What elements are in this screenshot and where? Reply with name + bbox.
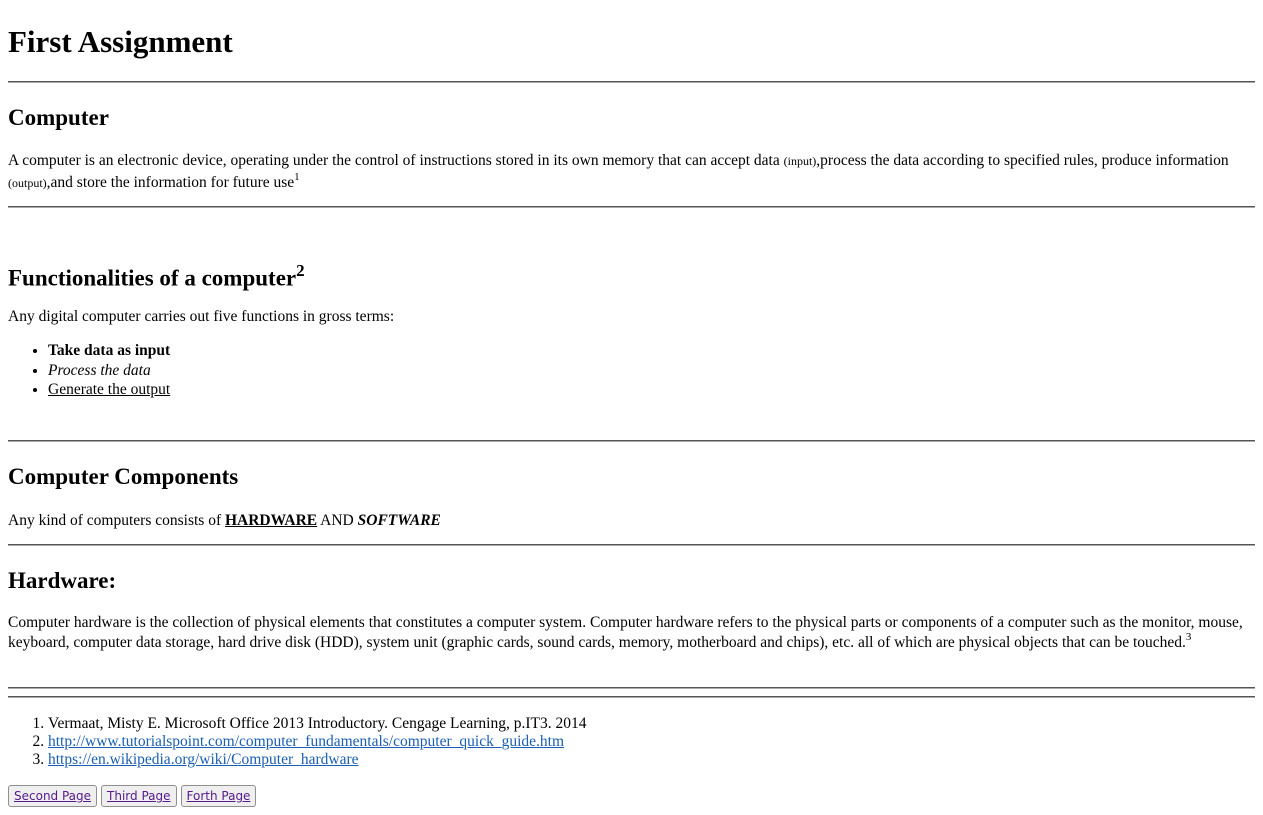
- computer-definition: A computer is an electronic device, oper…: [8, 150, 1255, 194]
- computer-text-a: A computer is an electronic device, oper…: [8, 152, 784, 169]
- divider: [8, 544, 1255, 546]
- input-note: (input): [783, 154, 817, 168]
- section-heading-functionalities: Functionalities of a computer2: [8, 258, 305, 293]
- third-page-button[interactable]: Third Page: [101, 785, 177, 807]
- list-item: Take data as input: [48, 341, 170, 361]
- footnote-ref-1: 1: [294, 171, 300, 183]
- list-item: Generate the output: [48, 380, 170, 400]
- divider: [8, 687, 1255, 689]
- function-output: Generate the output: [48, 381, 171, 398]
- components-text: Any kind of computers consists of HARDWA…: [8, 510, 1255, 531]
- hardware-term: HARDWARE: [224, 512, 318, 529]
- reference-item: Vermaat, Misty E. Microsoft Office 2013 …: [48, 715, 587, 733]
- footnote-ref-3: 3: [1185, 630, 1192, 643]
- section-heading-computer: Computer: [8, 105, 109, 130]
- hardware-text: Computer hardware is the collection of p…: [8, 614, 1243, 651]
- section-heading-components: Computer Components: [8, 464, 239, 489]
- function-process: Process the data: [48, 361, 151, 379]
- divider: [8, 206, 1255, 208]
- second-page-button[interactable]: Second Page: [8, 785, 98, 807]
- computer-text-c: ,and store the information for future us…: [46, 174, 295, 191]
- list-item: Process the data: [48, 361, 170, 381]
- forth-page-button[interactable]: Forth Page: [180, 785, 257, 807]
- reference-item: http://www.tutorialspoint.com/computer_f…: [48, 733, 587, 751]
- reference-text: Vermaat, Misty E. Microsoft Office 2013 …: [48, 715, 587, 732]
- footnote-ref-2: 2: [296, 261, 305, 280]
- section-heading-hardware: Hardware:: [8, 568, 117, 593]
- functions-list: Take data as input Process the data Gene…: [8, 341, 170, 400]
- functionalities-heading-text: Functionalities of a computer: [8, 265, 297, 291]
- divider: [8, 81, 1255, 83]
- reference-link-wikipedia[interactable]: https://en.wikipedia.org/wiki/Computer_h…: [48, 751, 359, 768]
- reference-link-tutorialspoint[interactable]: http://www.tutorialspoint.com/computer_f…: [48, 733, 564, 750]
- hardware-definition: Computer hardware is the collection of p…: [8, 613, 1255, 652]
- components-intro: Any kind of computers consists of: [8, 512, 225, 529]
- reference-item: https://en.wikipedia.org/wiki/Computer_h…: [48, 751, 587, 769]
- divider: [8, 696, 1255, 698]
- functionalities-intro: Any digital computer carries out five fu…: [8, 308, 395, 325]
- page-title: First Assignment: [8, 24, 233, 59]
- nav-buttons: Second Page Third Page Forth Page: [8, 785, 257, 807]
- output-note: (output): [8, 176, 47, 190]
- software-term: SOFTWARE: [357, 512, 441, 529]
- computer-text-b: ,process the data according to specified…: [816, 152, 1229, 169]
- references-list: Vermaat, Misty E. Microsoft Office 2013 …: [8, 715, 587, 769]
- divider: [8, 440, 1255, 442]
- function-input: Take data as input: [48, 342, 171, 359]
- components-and: AND: [317, 512, 358, 529]
